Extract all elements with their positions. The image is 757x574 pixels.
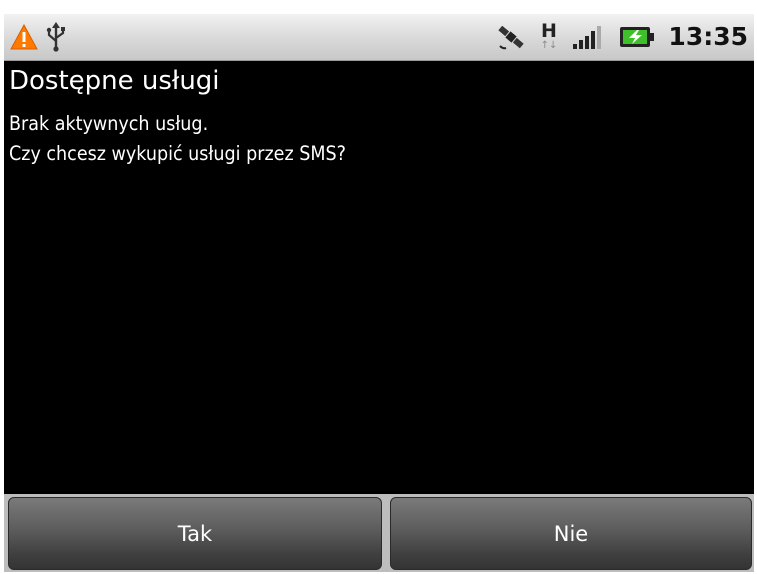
data-arrows-icon: ↑↓ <box>540 40 558 51</box>
message-line-1: Brak aktywnych usług. <box>9 112 209 135</box>
no-button[interactable]: Nie <box>390 497 752 570</box>
dialog-title: Dostępne usługi <box>9 66 220 96</box>
network-type-label: H <box>541 20 557 42</box>
button-bar: Tak Nie <box>4 494 754 572</box>
yes-button[interactable]: Tak <box>8 497 382 570</box>
network-h-icon: H ↑↓ <box>536 14 562 60</box>
status-time: 13:35 <box>668 22 748 51</box>
usb-icon <box>42 14 70 60</box>
status-bar: H ↑↓ 13:35 <box>4 14 754 61</box>
message-line-2: Czy chcesz wykupić usługi przez SMS? <box>9 142 346 165</box>
signal-icon <box>570 14 606 60</box>
phone-screen: H ↑↓ 13:35 Dostępne usługi Brak aktywnyc… <box>4 14 754 572</box>
gps-icon <box>494 14 528 60</box>
device-frame: H ↑↓ 13:35 Dostępne usługi Brak aktywnyc… <box>0 0 757 574</box>
battery-charging-icon <box>618 14 656 60</box>
warning-icon <box>8 14 40 60</box>
